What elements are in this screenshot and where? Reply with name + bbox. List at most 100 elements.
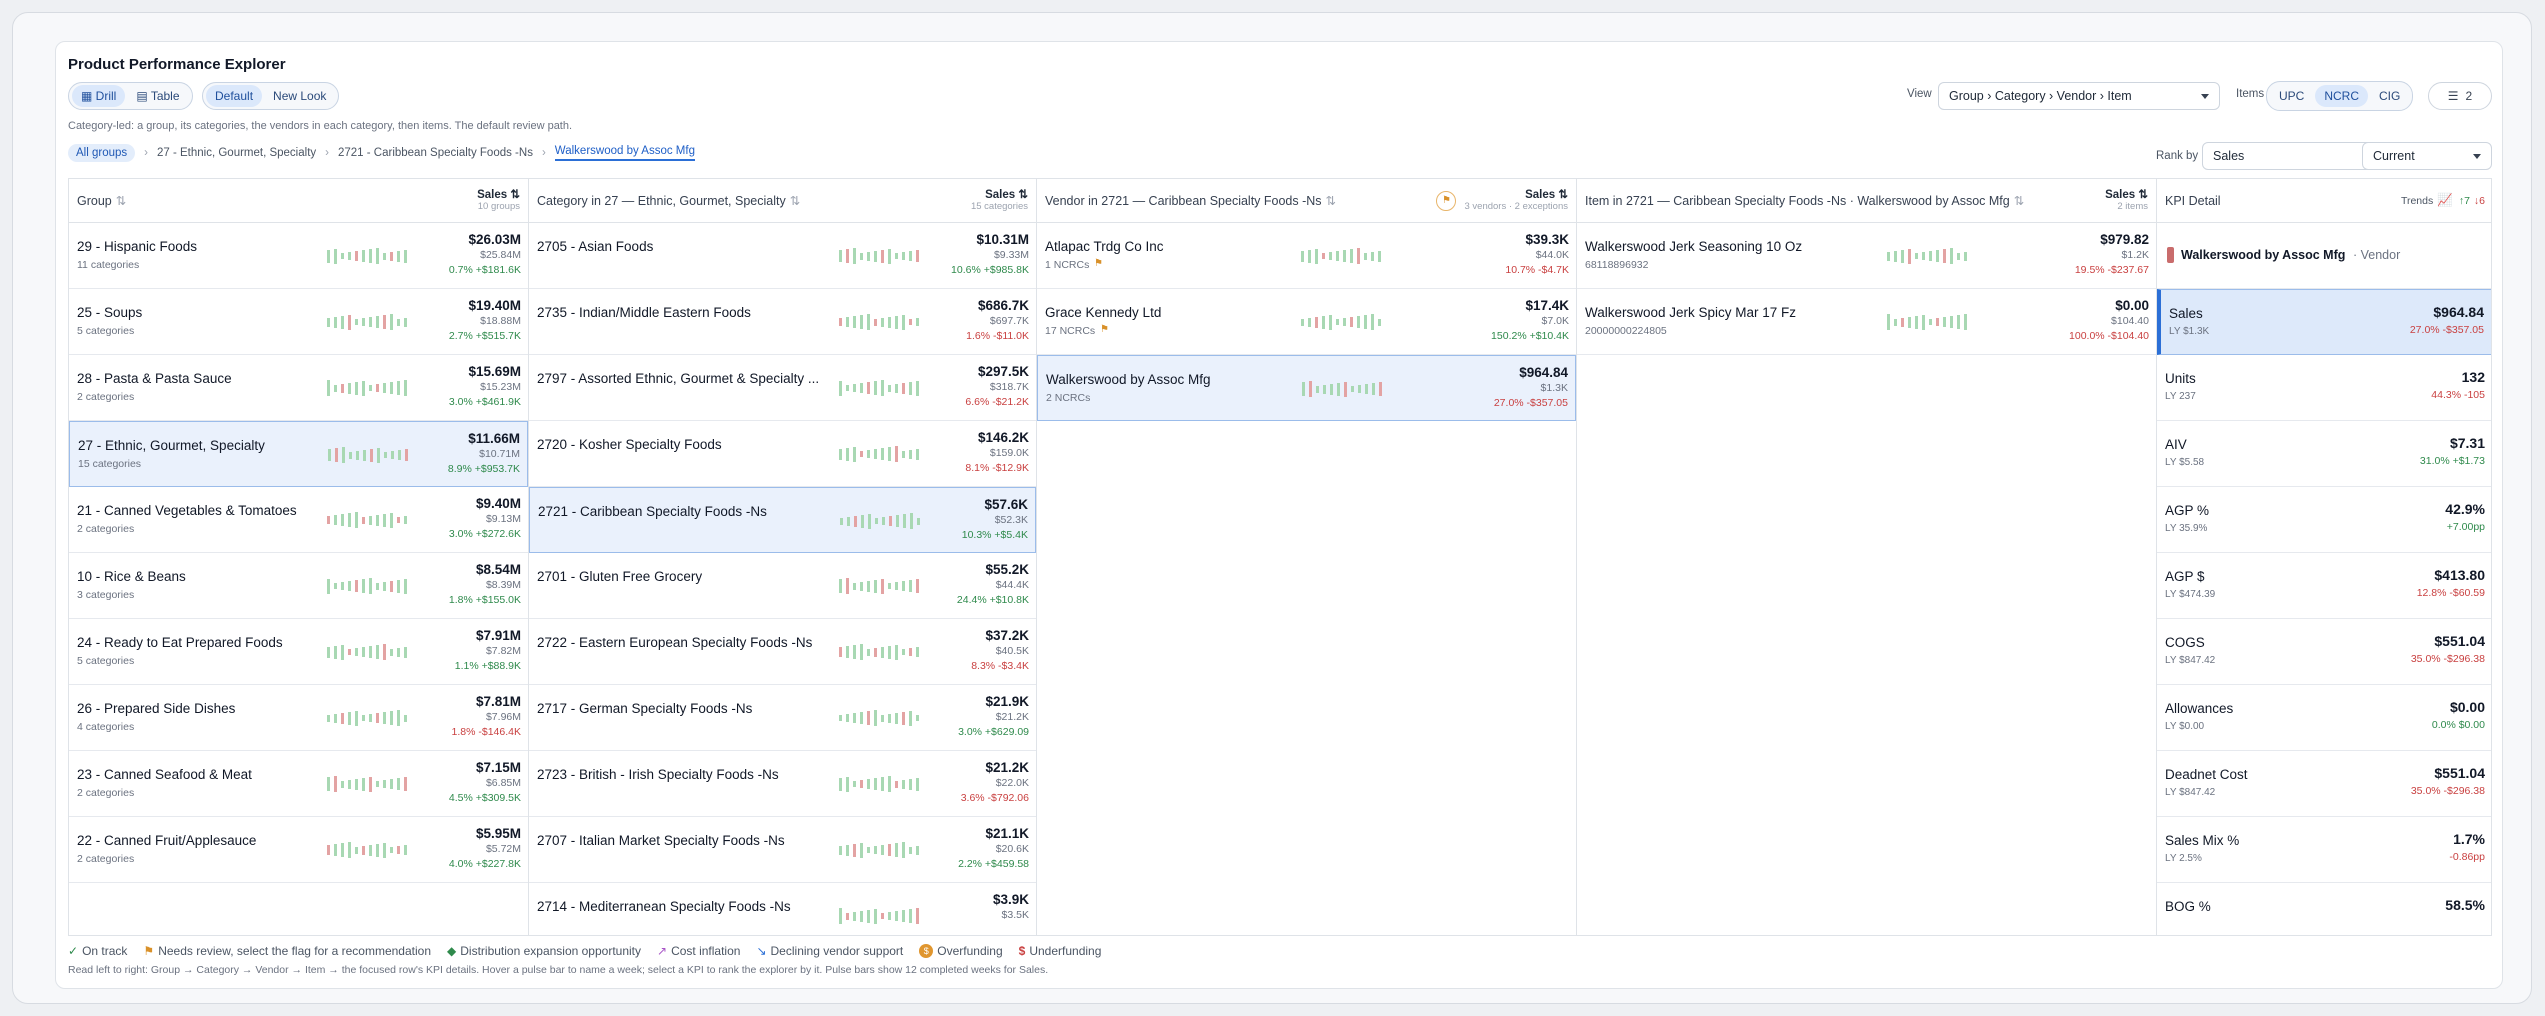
sort-icon[interactable]: ⇅ [116,193,126,208]
pulse-bar[interactable] [916,845,919,855]
cig-button[interactable]: CIG [2370,85,2409,107]
pulse-bar[interactable] [867,909,870,923]
pulse-bar[interactable] [1894,250,1897,262]
pulse-bar[interactable] [839,715,842,721]
pulse-bar[interactable] [875,518,878,524]
pulse-bar[interactable] [853,645,856,659]
pulse-bars[interactable] [1301,247,1385,265]
upc-button[interactable]: UPC [2270,85,2313,107]
pulse-bar[interactable] [404,845,407,855]
category-row[interactable]: 2701 - Gluten Free Grocery $55.2K $44.4K 24… [529,553,1036,619]
pulse-bar[interactable] [916,777,919,791]
pulse-bar[interactable] [909,909,912,923]
pulse-bar[interactable] [376,384,379,392]
pulse-bar[interactable] [909,710,912,726]
pulse-bar[interactable] [397,250,400,262]
view-select[interactable]: Group › Category › Vendor › Item [1938,82,2220,110]
pulse-bar[interactable] [384,452,387,458]
pulse-bar[interactable] [854,515,857,527]
pulse-bar[interactable] [341,780,344,788]
pulse-bars[interactable] [1887,313,1971,331]
pulse-bar[interactable] [404,249,407,263]
pulse-bar[interactable] [902,779,905,789]
pulse-bar[interactable] [888,713,891,723]
group-row[interactable]: 27 - Ethnic, Gourmet, Specialty 15 catego… [69,421,528,487]
pulse-bar[interactable] [895,712,898,724]
pulse-bar[interactable] [846,249,849,263]
pulse-bar[interactable] [874,449,877,459]
pulse-bar[interactable] [376,316,379,328]
pulse-bar[interactable] [1901,249,1904,263]
pulse-bar[interactable] [1887,251,1890,261]
pulse-bar[interactable] [1371,314,1374,330]
sort-icon[interactable]: ⇅ [2014,193,2024,208]
pulse-bar[interactable] [341,712,344,724]
pulse-bar[interactable] [1357,248,1360,264]
pulse-bar[interactable] [369,317,372,327]
pulse-bar[interactable] [1309,381,1312,397]
pulse-bar[interactable] [916,318,919,326]
pulse-bar[interactable] [1908,248,1911,264]
pulse-bar[interactable] [355,251,358,261]
pulse-bar[interactable] [839,579,842,593]
pulse-bar[interactable] [896,515,899,527]
pulse-bar[interactable] [383,315,386,329]
pulse-bar[interactable] [1301,250,1304,262]
pulse-bar[interactable] [369,515,372,525]
pulse-bar[interactable] [383,780,386,788]
pulse-bar[interactable] [362,715,365,721]
pulse-bar[interactable] [1336,251,1339,261]
trend-chart-icon[interactable]: 📈 [2437,193,2453,208]
pulse-bars[interactable] [839,709,923,727]
pulse-bar[interactable] [1964,314,1967,330]
ncrc-button[interactable]: NCRC [2315,85,2369,107]
pulse-bar[interactable] [874,250,877,262]
pulse-bar[interactable] [369,385,372,391]
pulse-bar[interactable] [1343,250,1346,262]
pulse-bar[interactable] [1308,249,1311,263]
pulse-bar[interactable] [867,711,870,725]
pulse-bar[interactable] [860,842,863,858]
pulse-bar[interactable] [341,843,344,857]
pulse-bar[interactable] [895,582,898,590]
pulse-bar[interactable] [327,714,330,722]
pulse-bar[interactable] [404,516,407,524]
pulse-bar[interactable] [348,513,351,527]
pulse-bar[interactable] [916,380,919,396]
pulse-bar[interactable] [860,315,863,329]
pulse-bar[interactable] [369,249,372,263]
pulse-bar[interactable] [1344,381,1347,397]
pulse-bar[interactable] [1887,314,1890,330]
pulse-bar[interactable] [860,383,863,393]
pulse-bar[interactable] [1915,253,1918,259]
pulse-bars[interactable] [839,577,923,595]
pulse-bars[interactable] [327,577,411,595]
pulse-bar[interactable] [334,515,337,525]
pulse-bar[interactable] [383,513,386,527]
pulse-bar[interactable] [355,580,358,592]
pulse-bar[interactable] [383,252,386,260]
pulse-bar[interactable] [902,314,905,330]
pulse-bar[interactable] [846,317,849,327]
pulse-bar[interactable] [895,383,898,393]
pulse-bar[interactable] [916,715,919,721]
pulse-bars[interactable] [327,313,411,331]
pulse-bar[interactable] [376,781,379,787]
pulse-bar[interactable] [1922,314,1925,330]
pulse-bar[interactable] [348,252,351,260]
pulse-bar[interactable] [390,711,393,725]
group-row[interactable]: 10 - Rice & Beans 3 categories $8.54M $8.39… [69,553,528,619]
pulse-bars[interactable] [839,643,923,661]
pulse-bar[interactable] [888,447,891,461]
pulse-bar[interactable] [1378,250,1381,262]
pulse-bar[interactable] [390,648,393,656]
group-row[interactable]: 23 - Canned Seafood & Meat 2 categories $7… [69,751,528,817]
pulse-bar[interactable] [846,714,849,722]
pulse-bar[interactable] [327,646,330,658]
pulse-bars[interactable] [840,512,924,530]
pulse-bar[interactable] [888,384,891,392]
pulse-bar[interactable] [895,315,898,329]
pulse-bar[interactable] [341,383,344,393]
pulse-bar[interactable] [355,381,358,395]
pulse-bar[interactable] [847,516,850,526]
